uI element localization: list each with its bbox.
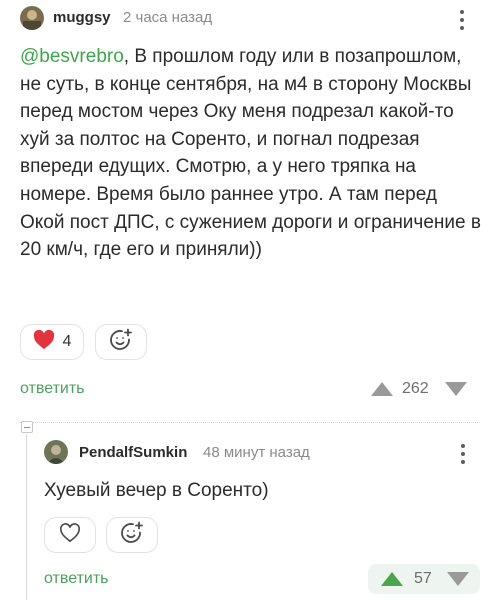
more-vertical-icon[interactable] [457, 444, 469, 464]
smile-plus-icon [119, 520, 145, 551]
more-vertical-icon[interactable] [456, 10, 468, 30]
downvote-triangle-icon[interactable] [446, 571, 470, 592]
comment-username[interactable]: muggsy [53, 9, 111, 26]
mention-link[interactable]: @besvrebro [20, 46, 124, 67]
comment-text-content: , В прошлом году или в позапрошлом, не с… [20, 46, 481, 261]
reply-button[interactable]: ответить [20, 380, 85, 398]
like-button[interactable] [44, 517, 96, 553]
like-count: 4 [62, 333, 72, 350]
comment-text: Хуевый вечер в Соренто) [44, 480, 269, 501]
avatar[interactable] [20, 6, 44, 30]
avatar[interactable] [44, 440, 68, 464]
rating-count: 262 [402, 380, 429, 397]
heart-outline-icon [59, 522, 81, 548]
comment-text: @besvrebro, В прошлом году или в позапро… [20, 43, 482, 264]
heart-filled-icon [33, 329, 55, 355]
rating-box: 57 [368, 564, 480, 594]
like-button[interactable]: 4 [20, 324, 84, 360]
thread-divider [20, 422, 480, 423]
comment-time: 2 часа назад [123, 9, 213, 26]
rating-count: 57 [414, 570, 432, 587]
emoji-reaction-button[interactable] [106, 517, 158, 553]
reply-button[interactable]: ответить [44, 570, 109, 588]
comment-time: 48 минут назад [203, 444, 310, 461]
thread-line[interactable] [26, 434, 27, 600]
upvote-triangle-icon[interactable] [370, 381, 394, 402]
collapse-thread-button[interactable] [21, 421, 33, 433]
rating-box: 262 [368, 372, 480, 406]
smile-plus-icon [108, 327, 134, 358]
emoji-reaction-button[interactable] [95, 324, 147, 360]
upvote-triangle-icon[interactable] [380, 571, 404, 592]
comment-username[interactable]: PendalfSumkin [79, 444, 187, 461]
downvote-triangle-icon[interactable] [444, 381, 468, 402]
